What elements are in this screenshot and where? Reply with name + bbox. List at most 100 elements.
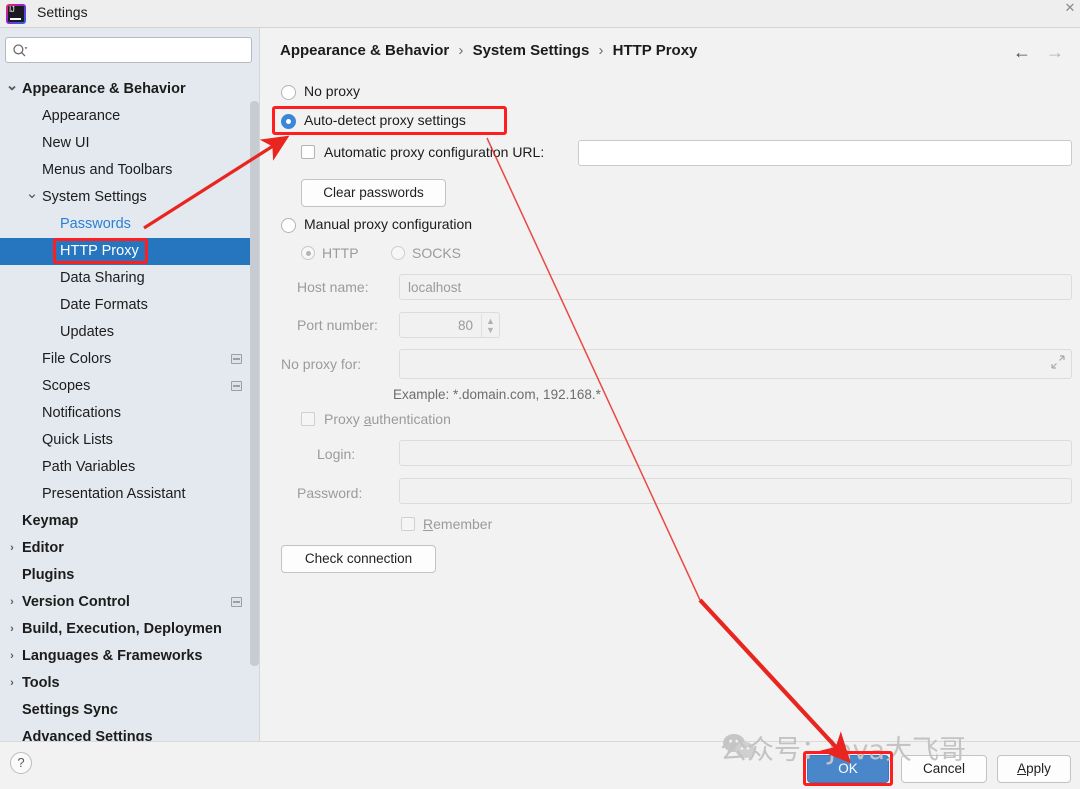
socks-radio[interactable]	[391, 246, 405, 260]
sidebar-item-label: Advanced Settings	[22, 729, 153, 741]
chevron-down-icon[interactable]: ⌄	[5, 76, 19, 96]
sidebar-item-updates[interactable]: Updates	[0, 319, 260, 346]
arrow-right-icon[interactable]: →	[1044, 42, 1066, 64]
chevron-right-icon[interactable]: ›	[5, 589, 19, 616]
sidebar-item-system-settings[interactable]: ⌄ System Settings	[0, 184, 260, 211]
sidebar-item-data-sharing[interactable]: Data Sharing	[0, 265, 260, 292]
chevron-up-icon[interactable]: ▲	[486, 317, 495, 326]
auto-config-url-checkbox[interactable]	[301, 145, 315, 159]
http-radio[interactable]	[301, 246, 315, 260]
sidebar-item-scopes[interactable]: Scopes	[0, 373, 260, 400]
breadcrumb-part-2[interactable]: System Settings	[473, 42, 590, 59]
port-number-label: Port number:	[297, 317, 378, 333]
chevron-right-icon[interactable]: ›	[5, 643, 19, 670]
breadcrumb-part-1[interactable]: Appearance & Behavior	[280, 42, 449, 59]
breadcrumb-part-3[interactable]: HTTP Proxy	[613, 42, 698, 59]
sidebar-item-label: Editor	[22, 540, 64, 556]
config-scope-icon	[231, 381, 242, 391]
manual-proxy-radio[interactable]	[281, 218, 296, 233]
close-icon[interactable]: ✕	[1062, 1, 1078, 17]
sidebar-item-http-proxy[interactable]: HTTP Proxy	[0, 238, 260, 265]
sidebar-item-appearance[interactable]: Appearance	[0, 103, 260, 130]
sidebar-item-label: Notifications	[42, 405, 121, 421]
settings-dialog: Settings ✕ ⌄Appearance & BehaviorAppeara…	[0, 0, 1080, 789]
check-connection-button[interactable]: Check connection	[281, 545, 436, 573]
host-name-field[interactable]: localhost	[399, 274, 1072, 300]
sidebar-item-label: Appearance	[42, 108, 121, 124]
sidebar-item-path-variables[interactable]: Path Variables	[0, 454, 260, 481]
chevron-right-icon[interactable]: ›	[5, 535, 19, 562]
socks-label[interactable]: SOCKS	[412, 245, 461, 261]
sidebar-item-settings-sync[interactable]: Settings Sync	[0, 697, 260, 724]
no-proxy-radio[interactable]	[281, 85, 296, 100]
expand-icon[interactable]	[1051, 355, 1065, 369]
no-proxy-for-field[interactable]	[399, 349, 1072, 379]
chevron-down-icon[interactable]: ▼	[486, 326, 495, 335]
breadcrumb: Appearance & Behavior › System Settings …	[280, 42, 697, 59]
apply-mnemonic: A	[1017, 761, 1027, 776]
sidebar-scrollbar-thumb[interactable]	[250, 101, 259, 666]
sidebar-item-label: HTTP Proxy	[60, 243, 139, 259]
settings-tree[interactable]: ⌄ Appearance & Behavior Appearance New UI Me…	[0, 76, 260, 741]
sidebar-item-label: Scopes	[42, 378, 91, 394]
question-mark-icon[interactable]: ?	[10, 752, 32, 774]
ok-button[interactable]: OK	[807, 755, 889, 783]
login-field[interactable]	[399, 440, 1072, 466]
password-field[interactable]	[399, 478, 1072, 504]
clear-passwords-button[interactable]: Clear passwords	[301, 179, 446, 207]
search-input[interactable]	[32, 38, 247, 62]
proxy-auth-text-2: uthentication	[371, 411, 451, 427]
sidebar-item-quick-lists[interactable]: Quick Lists	[0, 427, 260, 454]
port-number-field[interactable]: 80 ▲ ▼	[399, 312, 500, 338]
sidebar-item-plugins[interactable]: Plugins	[0, 562, 260, 589]
no-proxy-label[interactable]: No proxy	[304, 83, 360, 99]
sidebar-item-label: Settings Sync	[22, 702, 118, 718]
sidebar-item-notifications[interactable]: Notifications	[0, 400, 260, 427]
auto-config-url-field[interactable]	[578, 140, 1072, 166]
proxy-authentication-checkbox[interactable]	[301, 412, 315, 426]
search-box[interactable]	[5, 37, 252, 63]
remember-text: emember	[433, 516, 493, 532]
sidebar-item-editor[interactable]: › Editor	[0, 535, 260, 562]
manual-proxy-label[interactable]: Manual proxy configuration	[304, 216, 472, 232]
remember-checkbox[interactable]	[401, 517, 415, 531]
sidebar-item-label: Passwords	[60, 216, 131, 232]
chevron-down-icon[interactable]: ⌄	[25, 184, 39, 204]
sidebar-item-passwords[interactable]: Passwords	[0, 211, 260, 238]
sidebar-item-label: Keymap	[22, 513, 79, 529]
chevron-right-icon[interactable]: ›	[5, 616, 19, 643]
breadcrumb-separator-icon: ›	[458, 42, 464, 59]
breadcrumb-separator-icon: ›	[598, 42, 604, 59]
sidebar-item-label: Build, Execution, Deploymen	[22, 621, 222, 637]
sidebar-item-build-execution-deploymen[interactable]: › Build, Execution, Deploymen	[0, 616, 260, 643]
sidebar-item-languages-frameworks[interactable]: › Languages & Frameworks	[0, 643, 260, 670]
sidebar-item-file-colors[interactable]: File Colors	[0, 346, 260, 373]
remember-mnemonic: R	[423, 516, 434, 532]
proxy-authentication-label: Proxy authentication	[324, 411, 451, 427]
auto-detect-proxy-radio[interactable]	[281, 114, 296, 129]
remember-label: Remember	[423, 516, 492, 532]
sidebar-item-new-ui[interactable]: New UI	[0, 130, 260, 157]
sidebar-item-advanced-settings[interactable]: Advanced Settings	[0, 724, 260, 741]
sidebar-item-date-formats[interactable]: Date Formats	[0, 292, 260, 319]
sidebar-item-presentation-assistant[interactable]: Presentation Assistant	[0, 481, 260, 508]
sidebar-item-label: Path Variables	[42, 459, 136, 475]
sidebar-item-version-control[interactable]: › Version Control	[0, 589, 260, 616]
search-icon	[12, 43, 28, 59]
sidebar-item-label: Menus and Toolbars	[42, 162, 173, 178]
auto-detect-proxy-label[interactable]: Auto-detect proxy settings	[304, 112, 466, 128]
sidebar-item-appearance-behavior[interactable]: ⌄ Appearance & Behavior	[0, 76, 260, 103]
port-number-value: 80	[457, 318, 473, 333]
port-number-stepper[interactable]: ▲ ▼	[481, 314, 498, 338]
arrow-left-icon[interactable]: ←	[1011, 42, 1033, 64]
sidebar-item-keymap[interactable]: Keymap	[0, 508, 260, 535]
chevron-right-icon[interactable]: ›	[5, 670, 19, 697]
cancel-button[interactable]: Cancel	[901, 755, 987, 783]
http-label[interactable]: HTTP	[322, 245, 359, 261]
sidebar-item-menus-and-toolbars[interactable]: Menus and Toolbars	[0, 157, 260, 184]
http-proxy-panel: Appearance & Behavior › System Settings …	[260, 28, 1080, 741]
sidebar-item-tools[interactable]: › Tools	[0, 670, 260, 697]
proxy-auth-text-1: Proxy	[324, 411, 364, 427]
sidebar-item-label: Plugins	[22, 567, 75, 583]
apply-button[interactable]: Apply	[997, 755, 1071, 783]
